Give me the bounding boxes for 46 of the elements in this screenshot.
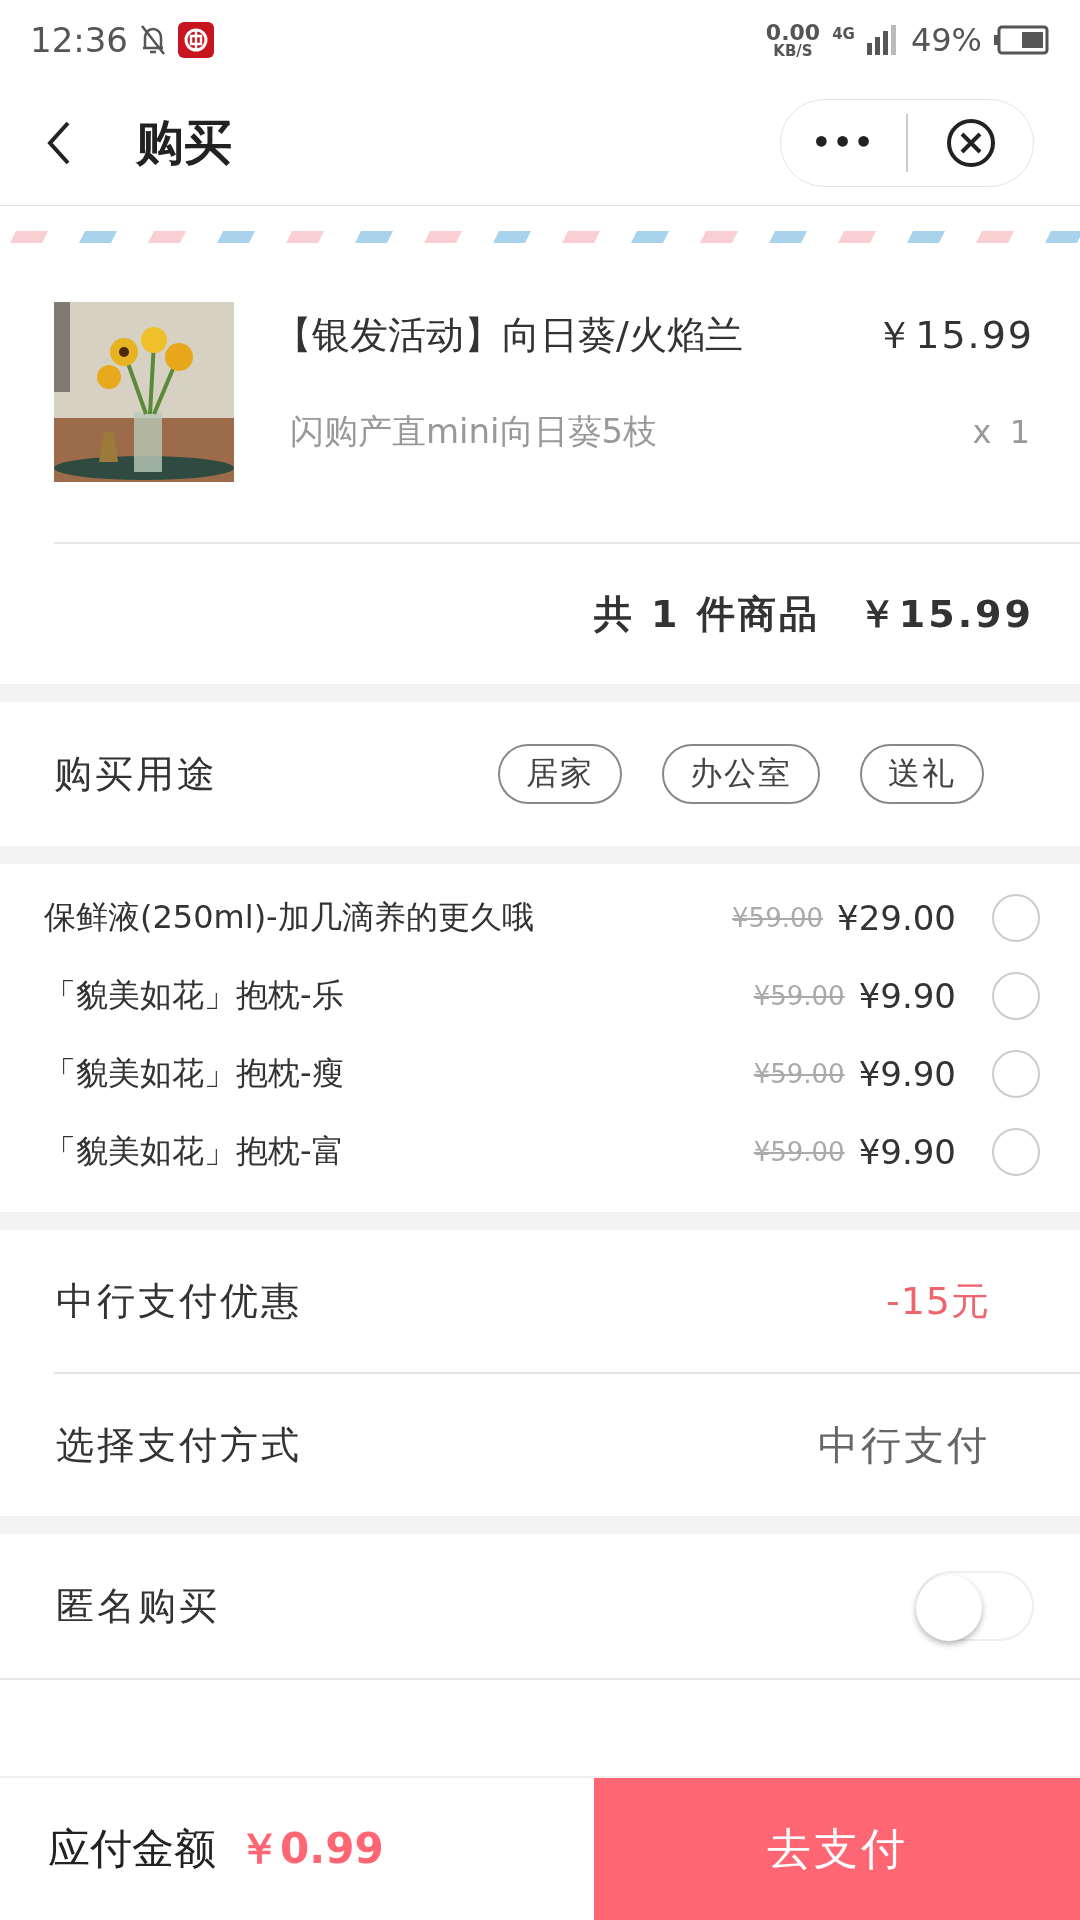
purpose-chip[interactable]: 居家 xyxy=(498,744,622,804)
addon-name: 保鲜液(250ml)-加几滴养的更久哦 xyxy=(44,897,535,938)
net-speed: 0.00 xyxy=(765,21,821,44)
purpose-chip[interactable]: 办公室 xyxy=(662,744,820,804)
bank-app-icon xyxy=(178,22,214,58)
amount-due: ￥0.99 xyxy=(238,1823,384,1875)
page-title: 购买 xyxy=(136,112,233,172)
net-speed-unit: KB/S xyxy=(773,43,813,59)
addon-radio[interactable] xyxy=(992,972,1040,1020)
original-price: ¥59.00 xyxy=(753,1137,845,1167)
addon-radio[interactable] xyxy=(992,894,1040,942)
anonymous-label: 匿名购买 xyxy=(56,1582,220,1630)
addon-name: 「貌美如花」抱枕-富 xyxy=(44,1131,345,1172)
battery-icon xyxy=(994,25,1050,55)
addon-price: ¥9.90 xyxy=(858,1054,956,1094)
purpose-chip[interactable]: 送礼 xyxy=(860,744,984,804)
close-icon xyxy=(945,117,996,168)
original-price: ¥59.00 xyxy=(753,1059,845,1089)
purpose-label: 购买用途 xyxy=(54,750,218,798)
original-price: ¥59.00 xyxy=(732,903,824,933)
payment-method[interactable]: 中行支付 xyxy=(818,1417,990,1473)
anonymous-toggle[interactable] xyxy=(916,1571,1034,1641)
addon-price: ¥9.90 xyxy=(858,1132,956,1172)
subtotal: ￥15.99 xyxy=(857,590,1034,638)
item-count: 共 1 件商品 xyxy=(593,590,820,638)
payment-label: 选择支付方式 xyxy=(56,1421,302,1469)
addon-name: 「貌美如花」抱枕-乐 xyxy=(44,975,345,1016)
product-price: ￥15.99 xyxy=(875,312,1034,359)
addon-radio[interactable] xyxy=(992,1050,1040,1098)
bell-off-icon xyxy=(140,24,166,56)
addon-name: 「貌美如花」抱枕-瘦 xyxy=(44,1053,345,1094)
signal-icon xyxy=(866,25,899,55)
battery-percent: 49% xyxy=(910,21,982,59)
product-title: 【银发活动】向日葵/火焰兰 xyxy=(274,312,743,359)
status-time: 12:36 xyxy=(30,20,128,60)
product-subtitle: 闪购产直mini向日葵5枝 xyxy=(290,410,658,453)
original-price: ¥59.00 xyxy=(753,981,845,1011)
discount-label: 中行支付优惠 xyxy=(56,1277,302,1325)
discount-value: -15元 xyxy=(885,1277,990,1325)
amount-label: 应付金额 xyxy=(48,1823,216,1875)
addon-price: ¥29.00 xyxy=(837,898,956,938)
addon-price: ¥9.90 xyxy=(858,976,956,1016)
network-type: 4G xyxy=(832,25,855,43)
more-button[interactable]: ••• xyxy=(781,125,906,160)
addon-radio[interactable] xyxy=(992,1128,1040,1176)
product-quantity: x 1 xyxy=(972,413,1034,451)
